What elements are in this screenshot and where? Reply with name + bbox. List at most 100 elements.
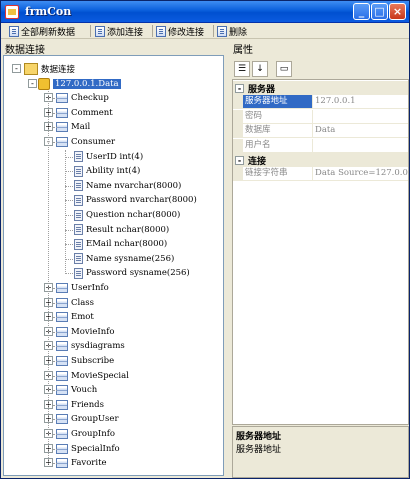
alphabetical-icon[interactable]: ↓ (252, 61, 268, 77)
refresh-all-button[interactable]: 全部刷新数据 (9, 24, 75, 38)
tree-node-label: Vouch (71, 385, 98, 396)
column-icon (74, 194, 83, 206)
maximize-button[interactable]: □ (371, 3, 388, 20)
collapse-icon[interactable]: - (28, 78, 37, 88)
tree-node-label: Ability int(4) (86, 166, 141, 177)
collapse-icon[interactable]: - (235, 155, 244, 165)
tree-table[interactable]: SpecialInfo (56, 442, 120, 456)
tree-line (53, 404, 57, 406)
tree-line (53, 317, 57, 319)
property-value[interactable]: 127.0.0.1 (313, 95, 408, 108)
tree-line (65, 185, 73, 187)
tree-table[interactable]: GroupUser (56, 412, 119, 426)
tree-table[interactable]: Comment (56, 106, 113, 120)
tree-table[interactable]: Friends (56, 398, 104, 412)
add-connection-label: 添加连接 (107, 27, 144, 38)
tree-table[interactable]: Emot (56, 310, 94, 324)
tree-table[interactable]: Mail (56, 120, 90, 134)
tree-database[interactable]: 127.0.0.1.Data (38, 77, 121, 91)
title-bar[interactable]: frmCon _ □ × (1, 1, 409, 23)
toolbar-separator (213, 25, 214, 37)
property-row[interactable]: 数据库 Data (233, 124, 408, 138)
property-row[interactable]: 服务器地址 127.0.0.1 (233, 95, 408, 109)
tree-table[interactable]: sysdiagrams (56, 339, 125, 353)
tree-column[interactable]: Name nvarchar(8000) (74, 179, 181, 193)
property-pages-icon[interactable]: ▭ (276, 61, 292, 77)
tree-line (53, 142, 57, 143)
tree-node-label: Name nvarchar(8000) (86, 180, 182, 191)
minimize-button[interactable]: _ (353, 3, 370, 20)
row-gutter (233, 124, 243, 138)
tree-line (53, 390, 57, 392)
column-icon (74, 224, 83, 236)
tree-table[interactable]: MovieInfo (56, 325, 114, 339)
tree-column[interactable]: UserID int(4) (74, 150, 143, 164)
property-value[interactable]: Data (313, 124, 408, 137)
table-icon (56, 137, 68, 147)
collapse-icon[interactable]: - (235, 83, 244, 93)
tree-column[interactable]: Password nvarchar(8000) (74, 193, 197, 207)
property-row[interactable]: 密码 (233, 109, 408, 124)
table-icon (56, 414, 68, 425)
tree-line (53, 127, 57, 129)
tree-table[interactable]: Subscribe (56, 354, 114, 368)
tree-line (53, 375, 57, 377)
tree-column[interactable]: EMail nchar(8000) (74, 237, 167, 251)
tree-line (53, 448, 57, 450)
tree-table[interactable]: GroupInfo (56, 427, 115, 441)
panel-splitter[interactable] (225, 39, 229, 478)
tree-table[interactable]: UserInfo (56, 281, 109, 295)
table-icon (56, 429, 68, 439)
tree-table[interactable]: Checkup (56, 91, 109, 105)
tree-column[interactable]: Result nchar(8000) (74, 223, 169, 237)
tree-node-label: SpecialInfo (71, 443, 120, 454)
tree-root[interactable]: 数据连接 (24, 62, 75, 76)
tree-table-expanded[interactable]: Consumer (56, 135, 115, 149)
close-button[interactable]: × (389, 3, 406, 20)
tree-column[interactable]: Password sysname(256) (74, 266, 190, 280)
tree-line (65, 244, 73, 246)
property-category[interactable]: - 连接 (233, 153, 408, 167)
edit-icon (156, 25, 166, 37)
tree-line (65, 258, 73, 260)
column-icon (74, 165, 83, 177)
tree-table[interactable]: MovieSpecial (56, 369, 129, 383)
add-connection-button[interactable]: 添加连接 (95, 24, 143, 38)
tree-table[interactable]: Class (56, 296, 94, 310)
table-icon (56, 385, 68, 396)
tree-node-label: EMail nchar(8000) (86, 239, 168, 250)
column-icon (74, 209, 83, 221)
edit-connection-label: 修改连接 (168, 27, 205, 38)
folder-icon (24, 63, 38, 75)
property-category[interactable]: - 服务器 (233, 81, 408, 95)
column-icon (74, 238, 83, 250)
tree-column[interactable]: Name sysname(256) (74, 252, 174, 266)
connection-tree[interactable]: 数据连接 -127.0.0.1.Data - Checkup + Comment + Mail… (3, 55, 224, 476)
tree-node-label: 数据连接 (41, 65, 76, 75)
tree-node-label: Consumer (71, 137, 116, 147)
property-value[interactable] (313, 110, 408, 123)
row-gutter (233, 138, 243, 153)
categorized-icon[interactable]: ☰ (234, 61, 250, 77)
table-icon (56, 399, 68, 410)
row-gutter (233, 167, 243, 181)
tree-column[interactable]: Question nchar(8000) (74, 208, 180, 222)
property-name: 服务器地址 (243, 95, 313, 108)
tree-node-label: UserInfo (71, 283, 109, 293)
delete-button[interactable]: 删除 (217, 24, 247, 38)
tree-table[interactable]: Favorite (56, 456, 107, 470)
property-value[interactable] (313, 139, 408, 152)
collapse-icon[interactable]: - (12, 64, 21, 73)
tree-line (53, 112, 57, 114)
property-value[interactable]: Data Source=127.0.0.1 (313, 167, 408, 180)
column-icon (74, 253, 83, 265)
tree-table[interactable]: Vouch (56, 383, 97, 397)
tree-column[interactable]: Ability int(4) (74, 164, 140, 178)
row-gutter (233, 109, 243, 124)
property-row[interactable]: 用户名 (233, 138, 408, 153)
property-row[interactable]: 链接字符串 Data Source=127.0.0.1 (233, 167, 408, 181)
category-label: 服务器 (248, 84, 276, 95)
property-name: 链接字符串 (243, 167, 313, 180)
property-grid[interactable]: - 服务器 服务器地址 127.0.0.1 密码 数据库 Data 用户名 - 连接 链接字符串 Da… (232, 79, 409, 425)
edit-connection-button[interactable]: 修改连接 (156, 24, 204, 38)
